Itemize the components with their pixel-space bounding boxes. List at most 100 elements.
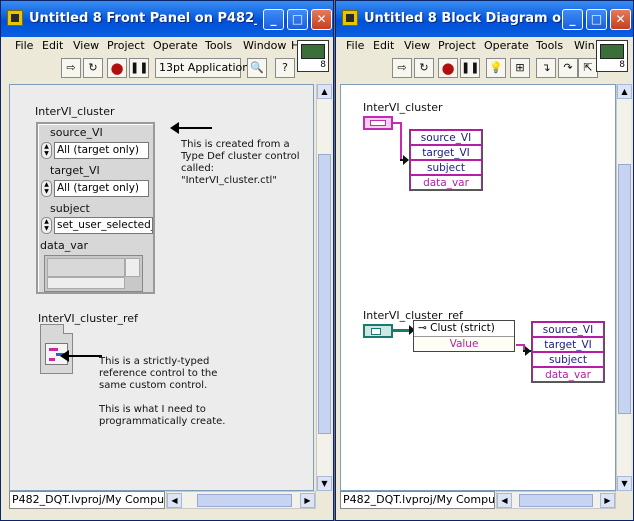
run-arrow-icon[interactable]: ⇨ (61, 58, 81, 78)
unbundle-item-target-vi[interactable]: target_VI (532, 337, 604, 352)
hscroll-thumb[interactable] (519, 494, 593, 507)
menu-project[interactable]: Project (438, 39, 476, 52)
note-typedef: This is created from a Type Def cluster … (181, 139, 300, 186)
minimize-button[interactable]: _ (263, 9, 284, 30)
vi-connector-icon[interactable]: 8 (596, 40, 628, 72)
scroll-up-icon[interactable]: ▲ (317, 84, 332, 99)
menu-tools[interactable]: Tools (536, 39, 563, 52)
scroll-up-icon[interactable]: ▲ (617, 84, 632, 99)
close-button[interactable]: ✕ (311, 9, 332, 30)
source-vi-ring[interactable]: All (target only) (54, 142, 149, 159)
unbundle-item-subject[interactable]: subject (532, 352, 604, 367)
unbundle-item-subject[interactable]: subject (410, 160, 482, 175)
highlight-execution-icon[interactable]: 💡 (486, 58, 506, 78)
scroll-down-icon[interactable]: ▼ (617, 476, 632, 491)
property-class-label: Clust (strict) (430, 322, 495, 334)
block-diagram-menubar: File Edit View Project Operate Tools Win (340, 37, 629, 55)
hscroll-thumb[interactable] (197, 494, 292, 507)
pointer-arrow-icon (170, 122, 212, 134)
unbundle-item-source-vi[interactable]: source_VI (532, 322, 604, 337)
step-out-icon[interactable]: ⇱ (578, 58, 598, 78)
maximize-button[interactable]: □ (287, 9, 308, 30)
target-vi-increment[interactable]: ▲ ▼ (41, 180, 52, 197)
minimize-button[interactable]: _ (562, 9, 583, 30)
front-panel-vscroll[interactable]: ▲ ▼ (316, 84, 332, 491)
close-button[interactable]: ✕ (610, 9, 631, 30)
vi-connector-icon[interactable]: 8 (297, 40, 329, 72)
data-var-label: data_var (40, 239, 89, 252)
data-var-variant[interactable] (44, 255, 143, 292)
retain-wire-values-icon[interactable]: ⊞ (510, 58, 530, 78)
menu-operate[interactable]: Operate (153, 39, 198, 52)
scroll-thumb[interactable] (318, 154, 331, 434)
scroll-down-icon[interactable]: ▼ (317, 476, 332, 491)
front-panel-hscroll[interactable]: ◀ ▶ (166, 491, 316, 509)
intervi-cluster-control[interactable]: source_VI ▲ ▼ All (target only) target_VI… (36, 122, 155, 294)
scroll-right-icon[interactable]: ▶ (600, 493, 615, 508)
unbundle-by-name-node[interactable]: source_VI target_VI subject data_var (409, 129, 483, 191)
cluster-refnum-terminal[interactable] (363, 324, 393, 338)
subject-label: subject (50, 202, 90, 215)
font-selector[interactable]: 13pt Application (155, 58, 249, 78)
pointer-arrow-icon (60, 350, 102, 362)
unbundle-item-data-var[interactable]: data_var (532, 367, 604, 382)
menu-tools[interactable]: Tools (205, 39, 232, 52)
scroll-right-icon[interactable]: ▶ (300, 493, 315, 508)
front-panel-titlebar[interactable]: Untitled 8 Front Panel on P482_D... _ □ … (1, 1, 333, 37)
block-diagram-hscroll[interactable]: ◀ ▶ (496, 491, 616, 509)
unbundle-item-target-vi[interactable]: target_VI (410, 145, 482, 160)
cluster-terminal[interactable] (363, 116, 393, 130)
run-continuously-icon[interactable]: ↻ (83, 58, 103, 78)
run-continuously-icon[interactable]: ↻ (414, 58, 434, 78)
source-vi-label: source_VI (50, 126, 103, 139)
block-diagram-title: Untitled 8 Block Diagram on ... (364, 11, 564, 26)
scroll-thumb[interactable] (618, 164, 631, 414)
menu-window[interactable]: Win (574, 39, 595, 52)
front-panel-canvas[interactable]: InterVI_cluster source_VI ▲ ▼ All (target… (9, 84, 314, 491)
block-diagram-titlebar[interactable]: Untitled 8 Block Diagram on ... _ □ ✕ (336, 1, 633, 37)
search-icon[interactable]: 🔍 (247, 58, 267, 78)
block-diagram-window: Untitled 8 Block Diagram on ... _ □ ✕ Fi… (335, 0, 634, 521)
labview-app-icon (342, 10, 358, 26)
maximize-button[interactable]: □ (586, 9, 607, 30)
menu-operate[interactable]: Operate (484, 39, 529, 52)
menu-edit[interactable]: Edit (373, 39, 394, 52)
block-diagram-vscroll[interactable]: ▲ ▼ (616, 84, 632, 491)
menu-window[interactable]: Window (243, 39, 286, 52)
scroll-left-icon[interactable]: ◀ (167, 493, 182, 508)
note-strict-ref: This is a strictly-typed reference contr… (99, 356, 226, 427)
target-vi-label: target_VI (50, 164, 100, 177)
target-vi-ring[interactable]: All (target only) (54, 180, 149, 197)
front-panel-title: Untitled 8 Front Panel on P482_D... (29, 11, 257, 26)
menu-view[interactable]: View (404, 39, 430, 52)
unbundle-by-name-node-2[interactable]: source_VI target_VI subject data_var (531, 321, 605, 383)
scroll-left-icon[interactable]: ◀ (497, 493, 512, 508)
property-node[interactable]: ⊸ Clust (strict) Value (413, 320, 515, 352)
subject-ring[interactable]: set_user_selected_ (54, 217, 153, 234)
cluster-label: InterVI_cluster (35, 105, 115, 118)
menu-project[interactable]: Project (107, 39, 145, 52)
menu-view[interactable]: View (73, 39, 99, 52)
menu-file[interactable]: File (15, 39, 33, 52)
abort-icon[interactable]: ● (107, 58, 127, 78)
help-icon[interactable]: ? (275, 58, 295, 78)
abort-icon[interactable]: ● (438, 58, 458, 78)
menu-edit[interactable]: Edit (42, 39, 63, 52)
labview-app-icon (7, 10, 23, 26)
unbundle-item-source-vi[interactable]: source_VI (410, 130, 482, 145)
source-vi-increment[interactable]: ▲ ▼ (41, 142, 52, 159)
front-panel-toolbar: ⇨ ↻ ● ❚❚ 13pt Application 🔍 ? (5, 56, 329, 82)
step-over-icon[interactable]: ↷ (558, 58, 578, 78)
front-panel-status: P482_DQT.lvproj/My Computer (9, 491, 165, 509)
pause-icon[interactable]: ❚❚ (129, 58, 149, 78)
property-value-item[interactable]: Value (414, 337, 514, 351)
cluster-refnum-control[interactable] (40, 324, 73, 374)
unbundle-item-data-var[interactable]: data_var (410, 175, 482, 190)
menu-file[interactable]: File (346, 39, 364, 52)
block-diagram-status: P482_DQT.lvproj/My Computer (340, 491, 495, 509)
block-diagram-canvas[interactable]: InterVI_cluster source_VI target_VI subj… (340, 84, 616, 491)
step-into-icon[interactable]: ↴ (536, 58, 556, 78)
run-arrow-icon[interactable]: ⇨ (392, 58, 412, 78)
pause-icon[interactable]: ❚❚ (460, 58, 480, 78)
subject-increment[interactable]: ▲ ▼ (41, 217, 52, 234)
